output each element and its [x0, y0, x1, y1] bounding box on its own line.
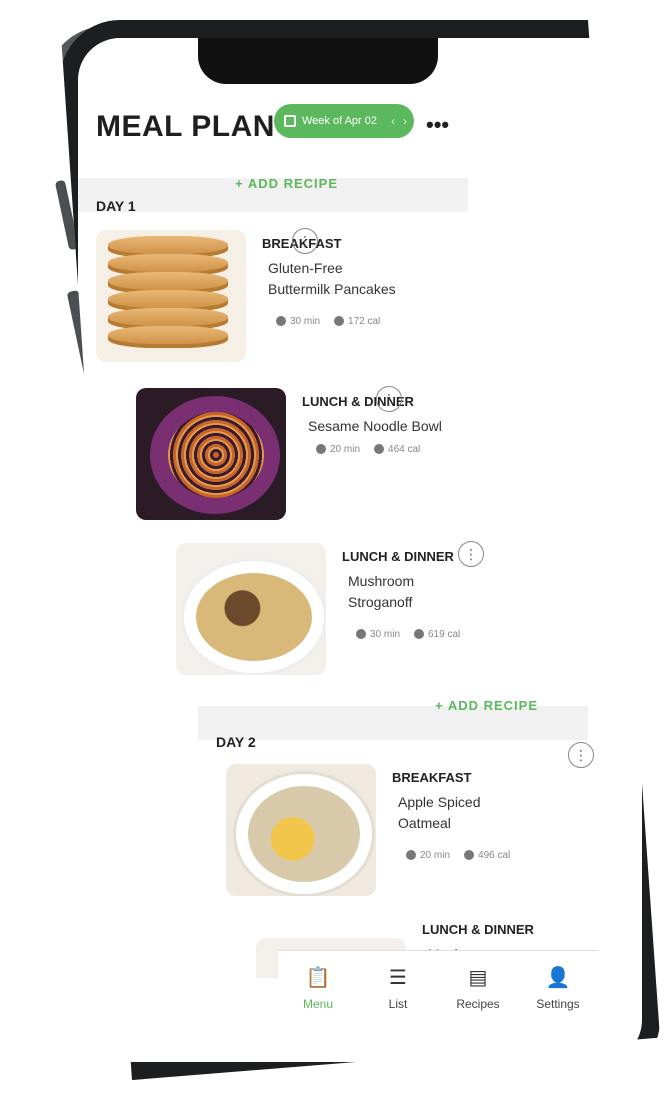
more-horizontal-icon[interactable]: ••• — [426, 112, 449, 138]
flame-icon — [334, 316, 345, 327]
chevron-right-icon[interactable]: › — [403, 114, 407, 128]
meal-name: Gluten-Free Buttermilk Pancakes — [268, 260, 396, 297]
add-recipe-button[interactable]: + ADD RECIPE — [235, 176, 338, 191]
pancakes-image — [96, 230, 246, 362]
app-header: MEAL PLAN Week of Apr 02 ‹ › ••• — [96, 98, 449, 158]
meal-meta: 20 min 464 cal — [316, 444, 420, 455]
time-info: 20 min — [316, 444, 360, 455]
meal-type: BREAKFAST — [392, 770, 472, 785]
meal-name: Apple Spiced Oatmeal — [398, 794, 481, 831]
calorie-info: 496 cal — [464, 850, 510, 861]
week-selector[interactable]: Week of Apr 02 ‹ › — [274, 104, 414, 138]
day-label: DAY 2 — [216, 734, 256, 750]
meal-card[interactable]: LUNCH & DINNER Mushroom Stroganoff 30 mi… — [158, 533, 548, 683]
flame-icon — [464, 850, 475, 861]
nav-label: List — [388, 997, 408, 1011]
flame-icon — [374, 444, 385, 455]
meal-meta: 20 min 496 cal — [406, 850, 510, 861]
nav-recipes[interactable]: ▤ Recipes — [443, 965, 513, 1012]
chevron-left-icon[interactable]: ‹ — [391, 114, 395, 128]
nav-settings[interactable]: 👤 Settings — [523, 965, 593, 1012]
flame-icon — [414, 629, 425, 640]
more-vertical-icon[interactable]: ⋮ — [376, 386, 402, 412]
more-vertical-icon[interactable]: ⋮ — [458, 541, 484, 567]
more-vertical-icon[interactable]: ⋮ — [292, 228, 318, 254]
meal-type: LUNCH & DINNER — [342, 549, 454, 564]
calorie-info: 619 cal — [414, 629, 460, 640]
week-label: Week of Apr 02 — [302, 115, 378, 127]
calorie-info: 172 cal — [334, 316, 380, 327]
meal-name: Sesame Noodle Bowl — [308, 418, 442, 434]
notch — [198, 38, 438, 84]
add-recipe-button[interactable]: + ADD RECIPE — [435, 698, 538, 713]
meal-name: Mushroom Stroganoff — [348, 573, 415, 610]
page-title: MEAL PLAN — [96, 110, 275, 143]
bottom-nav: 📋 Menu ☰ List ▤ Recipes 👤 Settings — [278, 950, 598, 1042]
nav-label: Recipes — [456, 997, 500, 1011]
meal-card[interactable]: BREAKFAST Gluten-Free Buttermilk Pancake… — [78, 220, 468, 370]
calorie-info: 464 cal — [374, 444, 420, 455]
stroganoff-image — [176, 543, 326, 675]
nav-label: Settings — [536, 997, 580, 1011]
nav-menu[interactable]: 📋 Menu — [283, 965, 353, 1012]
more-vertical-icon[interactable]: ⋮ — [568, 742, 594, 768]
meal-card[interactable]: LUNCH & DINNER Sesame Noodle Bowl 20 min… — [118, 378, 508, 528]
nav-list[interactable]: ☰ List — [363, 965, 433, 1012]
day-header: + ADD RECIPE DAY 1 — [78, 176, 468, 214]
phone-mockup: MEAL PLAN Week of Apr 02 ‹ › ••• + ADD R… — [0, 0, 672, 1105]
meal-type: LUNCH & DINNER — [422, 922, 534, 937]
clipboard-icon: 📋 — [305, 966, 331, 989]
time-info: 30 min — [356, 629, 400, 640]
clock-icon — [276, 316, 286, 327]
noodle-bowl-image — [136, 388, 286, 520]
meal-card[interactable]: BREAKFAST Apple Spiced Oatmeal 20 min 49… — [208, 742, 598, 904]
clock-icon — [406, 850, 416, 861]
time-info: 30 min — [276, 316, 320, 327]
oatmeal-image — [226, 764, 376, 896]
calendar-icon — [284, 115, 296, 127]
user-icon: 👤 — [545, 966, 571, 989]
recipe-book-icon: ▤ — [468, 966, 488, 989]
meal-meta: 30 min 619 cal — [356, 629, 460, 640]
day-label: DAY 1 — [96, 198, 136, 214]
meal-meta: 30 min 172 cal — [276, 316, 380, 327]
clock-icon — [356, 629, 366, 640]
list-icon: ☰ — [389, 966, 407, 989]
app-screen: MEAL PLAN Week of Apr 02 ‹ › ••• + ADD R… — [60, 20, 660, 1080]
clock-icon — [316, 444, 326, 455]
day-header: + ADD RECIPE DAY 2 — [198, 698, 588, 750]
nav-label: Menu — [302, 997, 334, 1011]
time-info: 20 min — [406, 850, 450, 861]
